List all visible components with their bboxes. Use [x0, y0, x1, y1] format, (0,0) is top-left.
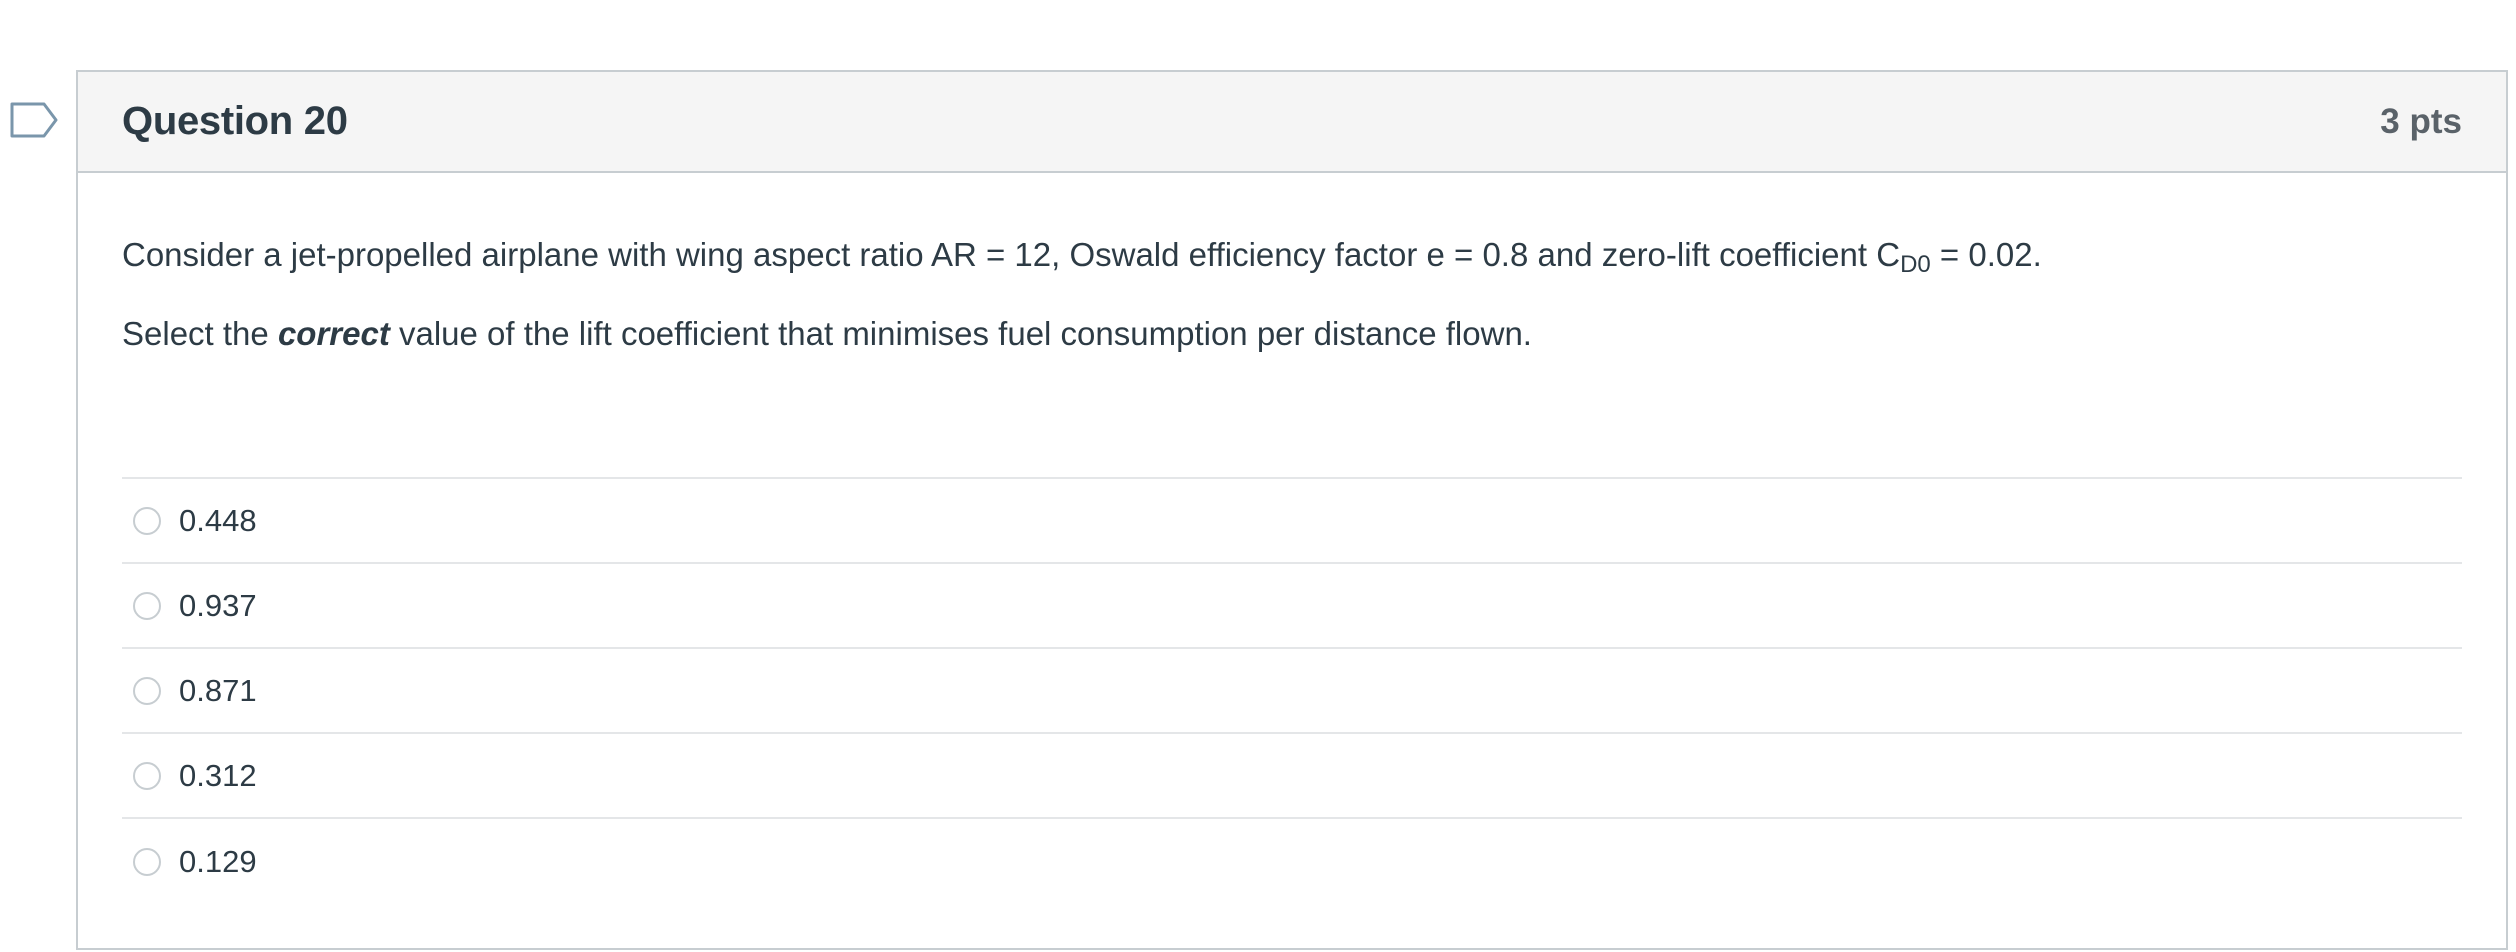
answer-option-5[interactable]: 0.129 — [122, 819, 2462, 904]
radio-button-icon[interactable] — [133, 506, 161, 535]
answer-label: 0.312 — [179, 757, 257, 793]
question-points: 3 pts — [2380, 102, 2462, 141]
answer-list: 0.448 0.937 0.871 0.312 0.129 — [122, 477, 2462, 904]
radio-button-icon[interactable] — [133, 676, 161, 705]
question-text: Consider a jet-propelled airplane with w… — [122, 236, 2042, 278]
answer-label: 0.129 — [179, 843, 257, 879]
radio-button-icon[interactable] — [133, 847, 161, 876]
answer-option-1[interactable]: 0.448 — [122, 479, 2462, 564]
answer-option-4[interactable]: 0.312 — [122, 734, 2462, 819]
question-body: Consider a jet-propelled airplane with w… — [122, 232, 2462, 356]
flag-question-icon[interactable] — [10, 102, 58, 138]
answer-option-2[interactable]: 0.937 — [122, 564, 2462, 649]
question-prompt: Select the correct value of the lift coe… — [122, 315, 1532, 352]
question-header: Question 20 3 pts — [78, 72, 2506, 173]
answer-label: 0.937 — [179, 587, 257, 623]
question-card: Question 20 3 pts Consider a jet-propell… — [76, 70, 2508, 950]
question-title: Question 20 — [122, 99, 348, 143]
radio-button-icon[interactable] — [133, 761, 161, 790]
answer-option-3[interactable]: 0.871 — [122, 649, 2462, 734]
radio-button-icon[interactable] — [133, 591, 161, 620]
answer-label: 0.871 — [179, 672, 257, 708]
answer-label: 0.448 — [179, 502, 257, 538]
